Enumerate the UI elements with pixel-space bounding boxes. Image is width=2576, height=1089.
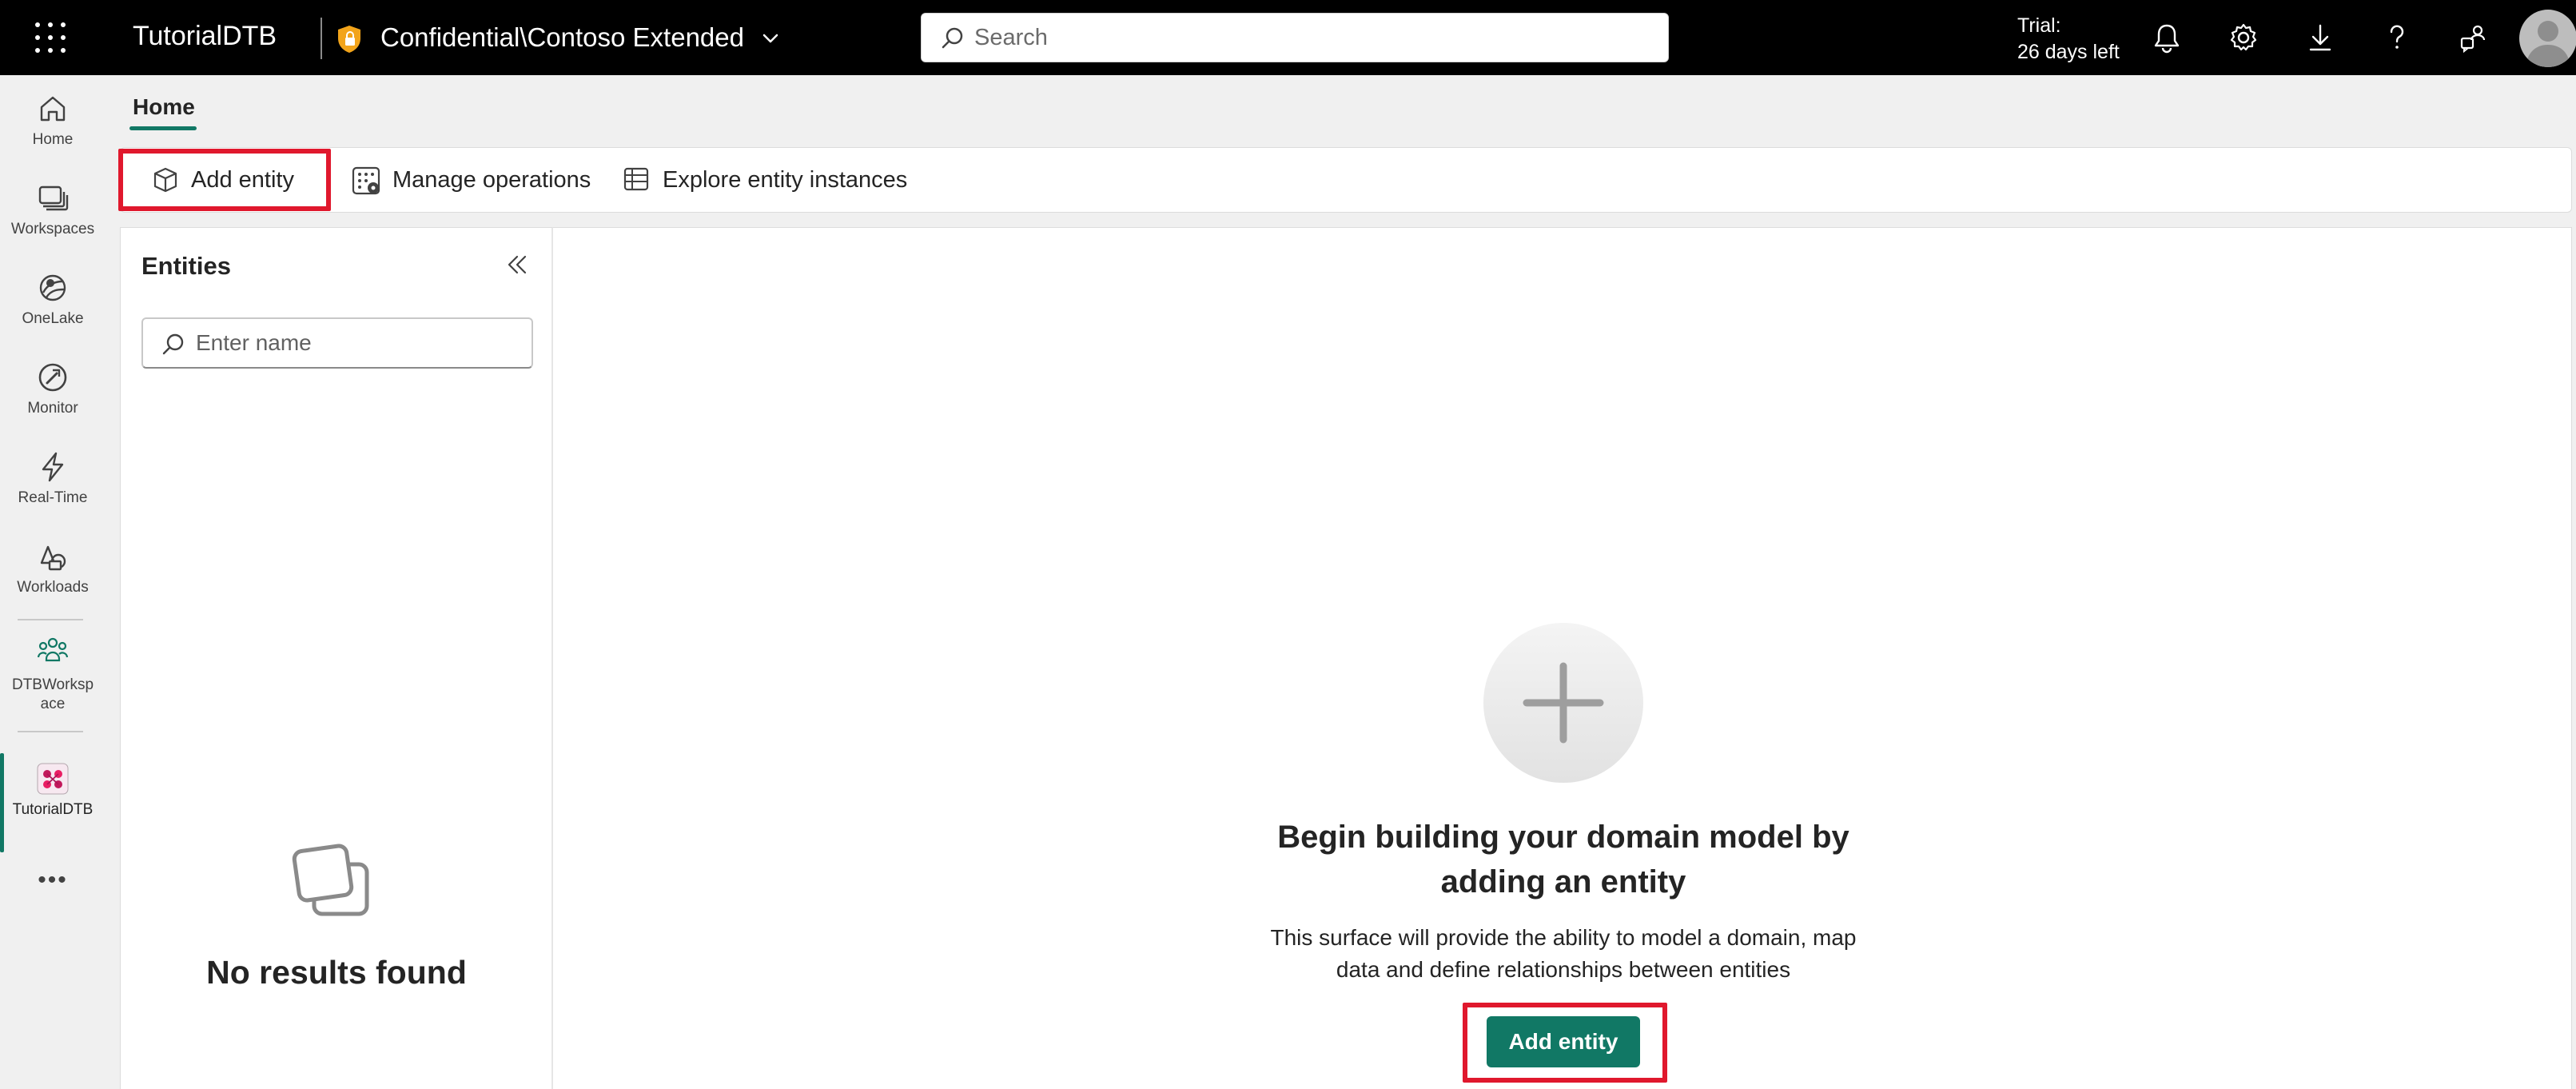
rail-item-onelake[interactable]: OneLake: [0, 270, 106, 328]
rail-item-home[interactable]: Home: [0, 91, 106, 149]
rail-item-real-time[interactable]: Real-Time: [0, 449, 106, 507]
person-icon: [2526, 21, 2570, 67]
main-canvas: Begin building your domain model by addi…: [553, 227, 2572, 1089]
manage-operations-label: Manage operations: [392, 167, 591, 193]
trial-label: Trial:: [2017, 14, 2061, 37]
operations-icon: [352, 166, 380, 195]
topbar-divider: [321, 18, 322, 59]
explore-entity-instances-label: Explore entity instances: [663, 167, 908, 193]
more-options[interactable]: •••: [0, 867, 106, 894]
shield-lock-icon: [338, 26, 360, 53]
rail-item-workloads[interactable]: Workloads: [0, 539, 106, 596]
lightning-icon: [42, 452, 64, 482]
empty-results-icon: [292, 844, 369, 916]
gear-icon[interactable]: [2227, 21, 2260, 54]
rail-label: Home: [32, 131, 74, 148]
top-bar: TutorialDTB Confidential\Contoso Extende…: [0, 0, 2576, 75]
search-icon: [162, 333, 184, 355]
description-line-2: data and define relationships between en…: [1336, 957, 1791, 982]
entities-pane: Entities No results found: [120, 227, 553, 1089]
app-name[interactable]: TutorialDTB: [133, 21, 277, 52]
rail-item-dtbworkspace[interactable]: DTBWorksp ace: [0, 633, 106, 713]
heading-line-1: Begin building your domain model by: [1277, 820, 1849, 855]
trial-days-left: 26 days left: [2017, 41, 2120, 63]
table-icon: [623, 167, 649, 191]
tab-home[interactable]: Home: [133, 94, 195, 120]
plus-illustration: [1483, 623, 1643, 783]
no-results-text: No results found: [206, 954, 467, 991]
entity-name-input[interactable]: [196, 319, 524, 367]
rail-label: DTBWorksp: [11, 676, 94, 693]
collapse-pane-icon[interactable]: [504, 252, 530, 277]
chevron-down-icon[interactable]: [759, 27, 782, 50]
onelake-icon: [39, 274, 66, 301]
rail-label: Workspaces: [10, 221, 95, 237]
entities-title: Entities: [141, 252, 231, 280]
empty-state-description: This surface will provide the ability to…: [1164, 922, 1963, 986]
people-group-icon: [37, 637, 69, 662]
workspaces-icon: [38, 185, 69, 211]
search-icon: [942, 27, 963, 49]
add-entity-button[interactable]: Add entity: [1487, 1016, 1640, 1067]
rail-item-tutorialdtb[interactable]: TutorialDTB: [0, 761, 106, 819]
tab-underline: [129, 126, 197, 130]
help-icon[interactable]: [2380, 21, 2414, 54]
heading-line-2: adding an entity: [1440, 864, 1686, 900]
share-people-icon[interactable]: [2457, 21, 2490, 54]
bell-icon[interactable]: [2150, 21, 2184, 54]
rail-separator: [18, 731, 83, 732]
rail-item-monitor[interactable]: Monitor: [0, 360, 106, 417]
home-icon: [40, 96, 66, 122]
rail-label: Real-Time: [18, 489, 88, 506]
rail-label: TutorialDTB: [12, 801, 94, 818]
trial-status[interactable]: Trial: 26 days left: [2017, 13, 2120, 66]
waffle-icon[interactable]: [35, 22, 66, 53]
manage-operations-button[interactable]: Manage operations: [351, 148, 599, 212]
rail-separator: [18, 619, 83, 620]
left-navigation-rail: Home Workspaces OneLake Monitor Real-Tim…: [0, 75, 106, 1089]
digital-twin-icon: [37, 763, 69, 795]
cube-icon: [153, 167, 177, 193]
rail-label-line2: ace: [40, 696, 66, 712]
explore-entity-instances-button[interactable]: Explore entity instances: [623, 148, 926, 212]
download-icon[interactable]: [2303, 21, 2337, 54]
global-search[interactable]: [921, 13, 1669, 62]
rail-label: OneLake: [22, 310, 84, 327]
add-entity-label: Add entity: [191, 167, 294, 193]
ribbon-toolbar: Add entity Manage operations Explore ent…: [120, 147, 2572, 213]
empty-state-heading: Begin building your domain model by addi…: [1244, 815, 1883, 904]
plus-icon: [1523, 662, 1604, 744]
rail-label: Monitor: [27, 400, 78, 417]
workloads-icon: [40, 545, 66, 571]
search-input[interactable]: [974, 14, 1654, 62]
sensitivity-label[interactable]: Confidential\Contoso Extended: [380, 22, 744, 53]
rail-item-workspaces[interactable]: Workspaces: [0, 181, 106, 238]
description-line-1: This surface will provide the ability to…: [1270, 925, 1857, 950]
monitor-icon: [38, 363, 67, 392]
add-entity-toolbar-button[interactable]: Add entity: [149, 148, 301, 212]
rail-label: Workloads: [17, 579, 89, 596]
avatar[interactable]: [2519, 10, 2576, 67]
entity-filter[interactable]: [141, 317, 533, 369]
